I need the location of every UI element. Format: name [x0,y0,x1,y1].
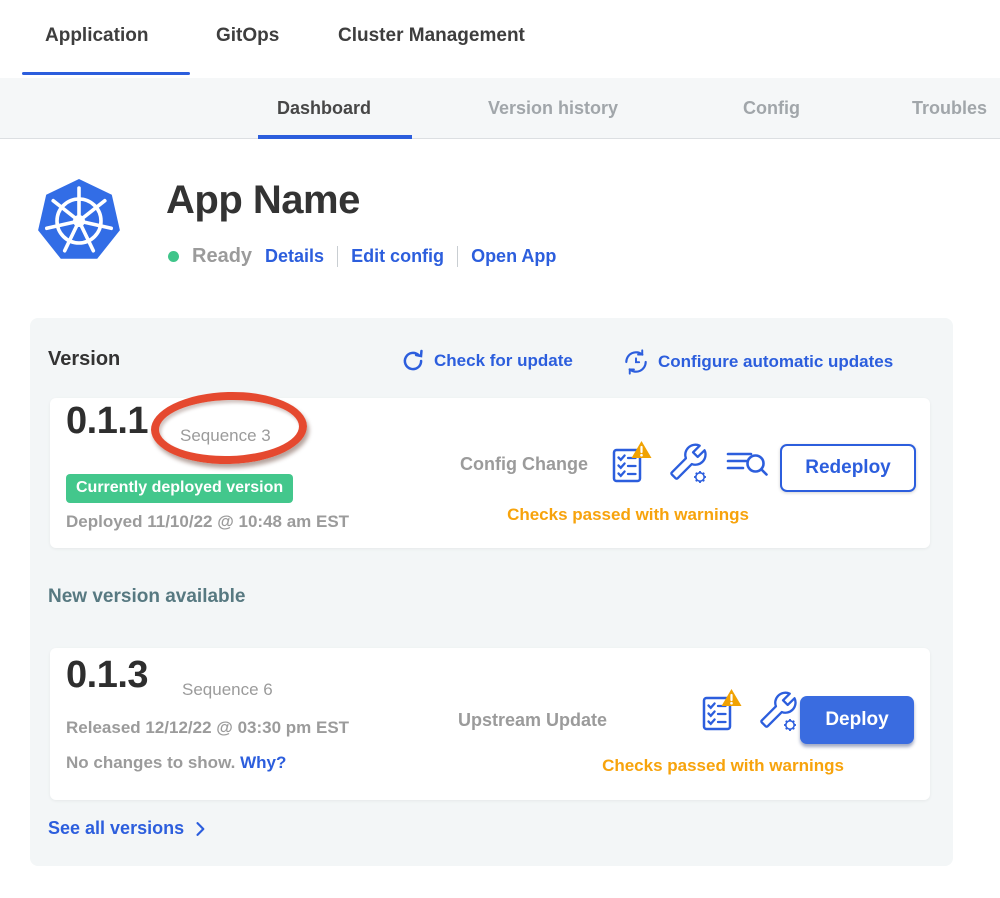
new-version-number: 0.1.3 [66,654,148,697]
auto-update-clock-icon [622,348,650,376]
edit-config-link[interactable]: Edit config [351,246,444,267]
deploy-button[interactable]: Deploy [800,696,914,744]
preflight-checklist-warning-icon[interactable] [698,688,742,734]
new-version-icons [698,688,799,734]
tab-troubleshoot[interactable]: Troubles [912,98,987,119]
wrench-gear-icon[interactable] [667,441,709,485]
tab-config[interactable]: Config [743,98,800,119]
no-changes-line: No changes to show. Why? [66,753,286,773]
chevron-right-icon [190,819,210,839]
change-type-label: Config Change [460,454,588,475]
change-type-label: Upstream Update [458,710,607,731]
tab-application[interactable]: Application [45,25,148,47]
details-link[interactable]: Details [265,246,324,267]
tab-dashboard[interactable]: Dashboard [277,98,371,119]
check-for-update-button[interactable]: Check for update [400,348,573,374]
tab-version-history[interactable]: Version history [488,98,618,119]
status-ready-dot-icon [168,251,179,262]
primary-nav: Application GitOps Cluster Management [0,0,1000,78]
why-link[interactable]: Why? [240,753,286,772]
current-version-number: 0.1.1 [66,400,148,443]
page-title: App Name [166,178,360,223]
check-for-update-label: Check for update [434,351,573,371]
tab-cluster-management[interactable]: Cluster Management [338,25,525,47]
configure-automatic-updates-label: Configure automatic updates [658,352,893,372]
current-version-icons [608,440,770,486]
new-version-card: 0.1.3 Sequence 6 Released 12/12/22 @ 03:… [50,648,930,800]
deployed-timestamp: Deployed 11/10/22 @ 10:48 am EST [66,512,349,532]
kubernetes-logo-icon [35,176,123,266]
file-search-icon[interactable] [724,443,770,483]
app-status-row: Ready Details Edit config Open App [168,242,556,270]
open-app-link[interactable]: Open App [471,246,556,267]
see-all-versions-label: See all versions [48,818,184,839]
preflight-checklist-warning-icon[interactable] [608,440,652,486]
checks-status-current: Checks passed with warnings [463,505,793,525]
current-version-card: 0.1.1 Sequence 3 Currently deployed vers… [50,398,930,548]
currently-deployed-badge: Currently deployed version [66,474,293,503]
configure-automatic-updates-button[interactable]: Configure automatic updates [622,348,893,376]
redeploy-button[interactable]: Redeploy [780,444,916,492]
divider [457,246,458,267]
current-version-sequence: Sequence 3 [180,426,271,446]
status-label: Ready [192,245,252,268]
active-tab-underline [22,72,190,75]
released-timestamp: Released 12/12/22 @ 03:30 pm EST [66,718,349,738]
checks-status-new: Checks passed with warnings [570,756,876,776]
new-version-available-heading: New version available [48,586,246,608]
divider [337,246,338,267]
new-version-sequence: Sequence 6 [182,680,273,700]
active-subtab-underline [258,135,412,139]
tab-gitops[interactable]: GitOps [216,25,279,47]
no-changes-text: No changes to show. [66,753,235,772]
wrench-gear-icon[interactable] [757,689,799,733]
secondary-nav: Dashboard Version history Config Trouble… [0,78,1000,139]
version-heading: Version [48,348,120,371]
refresh-icon [400,348,426,374]
see-all-versions-link[interactable]: See all versions [48,818,210,839]
version-panel: Version Check for update Configure autom… [30,318,953,866]
